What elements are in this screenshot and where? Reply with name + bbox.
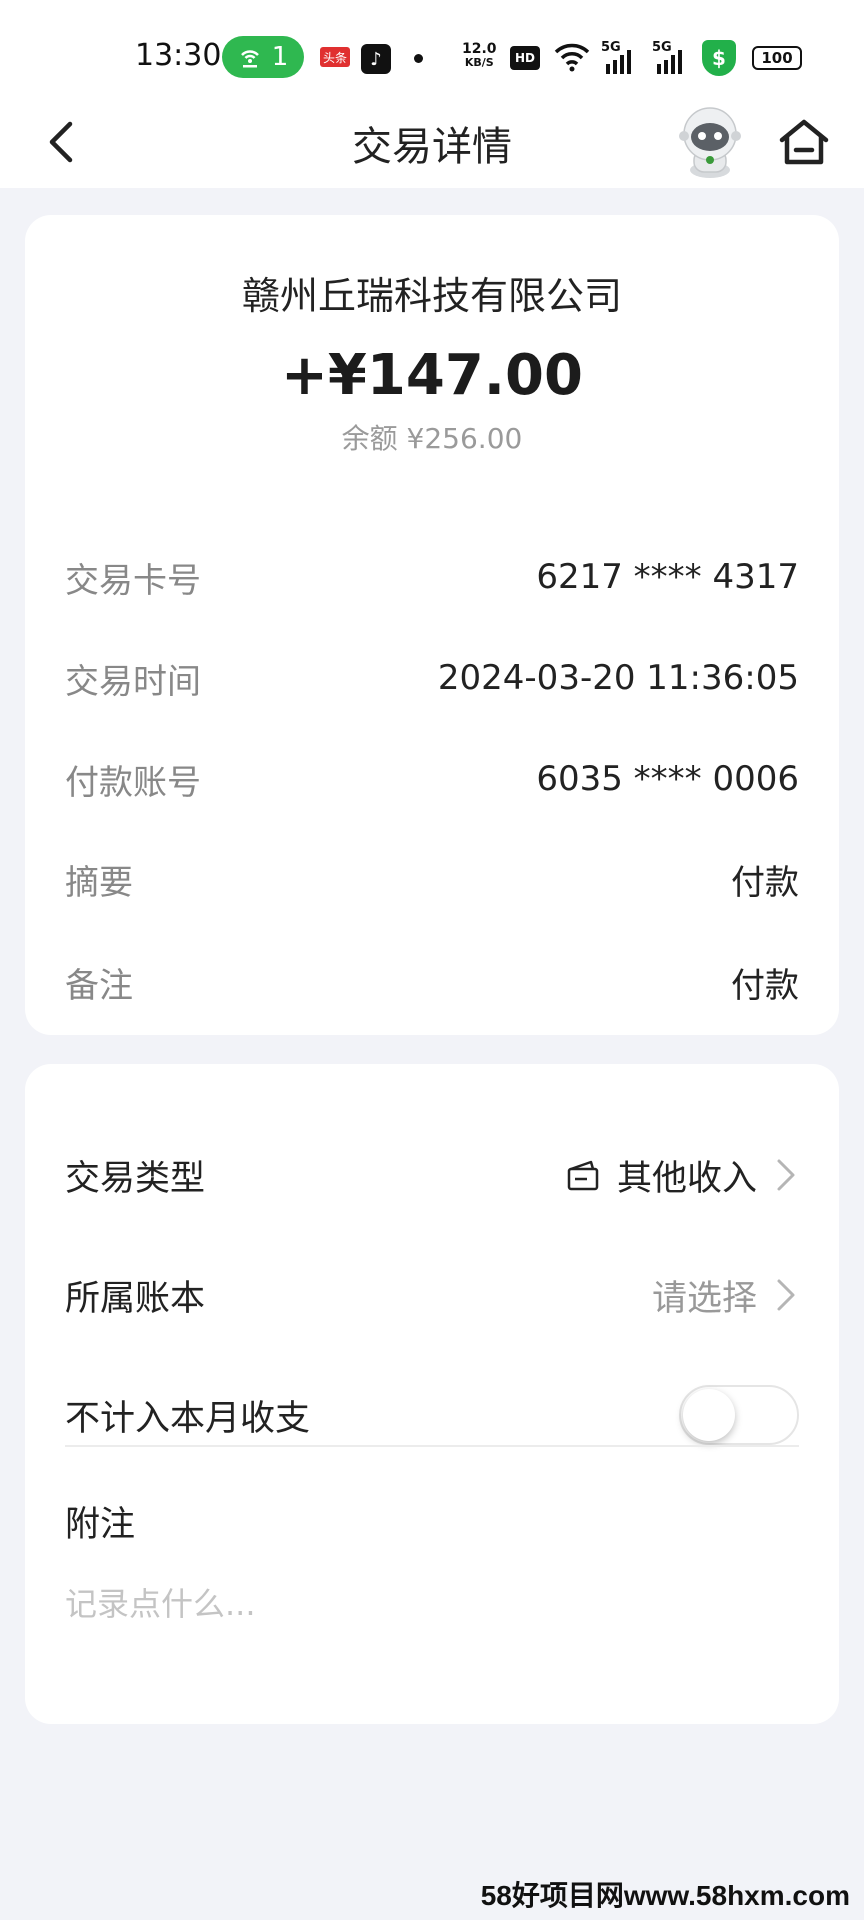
merchant-name: 赣州丘瑞科技有限公司 <box>241 274 622 318</box>
watermark: 58好项目网www.58hxm.com <box>480 1880 850 1911</box>
account-book-placeholder: 请选择 <box>651 1278 757 1319</box>
hotspot-count: 1 <box>271 42 289 72</box>
chevron-right-icon <box>777 1279 795 1311</box>
transaction-type-value: 其他收入 <box>616 1158 757 1199</box>
detail-value: 6035 **** 0006 <box>536 759 799 799</box>
hd-icon: HD <box>510 46 540 70</box>
detail-label: 摘要 <box>65 862 133 903</box>
account-book-label: 所属账本 <box>65 1278 206 1319</box>
detail-label: 付款账号 <box>65 762 201 803</box>
detail-row-remark: 备注 付款 <box>65 952 799 1012</box>
status-time: 13:30 <box>135 38 222 73</box>
detail-label: 交易时间 <box>65 661 201 702</box>
note-label: 附注 <box>65 1505 136 1545</box>
detail-label: 交易卡号 <box>65 560 201 601</box>
transaction-type-row[interactable]: 交易类型 其他收入 <box>65 1140 799 1210</box>
exclude-monthly-label: 不计入本月收支 <box>65 1398 311 1439</box>
dot-icon <box>414 54 423 63</box>
toutiao-icon: 头条 <box>320 47 350 67</box>
account-book-selector[interactable]: 请选择 <box>652 1270 799 1321</box>
robot-assistant-icon[interactable] <box>670 100 750 180</box>
transaction-type-selector[interactable]: 其他收入 <box>565 1150 799 1201</box>
detail-value: 2024-03-20 11:36:05 <box>437 658 799 698</box>
detail-value: 付款 <box>731 965 799 1006</box>
note-input[interactable] <box>65 1574 799 1634</box>
wallet-icon <box>567 1160 599 1191</box>
tiktok-icon: ♪ <box>361 44 391 74</box>
detail-value: 6217 **** 4317 <box>536 557 799 597</box>
signal-icon <box>657 50 682 74</box>
detail-row-time: 交易时间 2024-03-20 11:36:05 <box>65 648 799 708</box>
settings-card: 交易类型 其他收入 所属账本 请选择 不计入本月收支 附注 <box>25 1064 839 1724</box>
wifi-icon <box>554 43 590 72</box>
detail-value: 付款 <box>731 862 799 903</box>
toggle-knob <box>683 1389 735 1441</box>
detail-label: 备注 <box>65 965 133 1006</box>
nav-bar: 交易详情 <box>0 100 864 188</box>
network-speed: 12.0 KB/S <box>462 42 497 70</box>
speed-unit: KB/S <box>464 56 494 69</box>
home-icon[interactable] <box>776 114 832 170</box>
hotspot-icon <box>240 50 259 68</box>
exclude-monthly-toggle[interactable] <box>679 1385 799 1445</box>
balance-text: 余额 ¥256.00 <box>341 422 523 455</box>
divider <box>65 1445 799 1447</box>
battery-icon: 100 <box>752 46 802 70</box>
hotspot-pill[interactable]: 1 <box>222 36 304 78</box>
speed-value: 12.0 <box>462 41 497 57</box>
detail-row-payer-account: 付款账号 6035 **** 0006 <box>65 749 799 809</box>
shield-icon: $ <box>702 40 736 76</box>
transaction-card: 赣州丘瑞科技有限公司 +¥147.00 余额 ¥256.00 交易卡号 6217… <box>25 215 839 1035</box>
signal-icon <box>606 50 631 74</box>
detail-row-card-number: 交易卡号 6217 **** 4317 <box>65 547 799 607</box>
transaction-amount: +¥147.00 <box>281 343 583 408</box>
status-bar: 13:30 1 头条 ♪ 12.0 KB/S HD 5G 5G $ 100 <box>0 0 864 100</box>
transaction-type-label: 交易类型 <box>65 1158 206 1199</box>
account-book-row[interactable]: 所属账本 请选择 <box>65 1260 799 1330</box>
detail-row-summary: 摘要 付款 <box>65 849 799 909</box>
exclude-monthly-row: 不计入本月收支 <box>65 1380 799 1450</box>
chevron-right-icon <box>777 1159 795 1191</box>
